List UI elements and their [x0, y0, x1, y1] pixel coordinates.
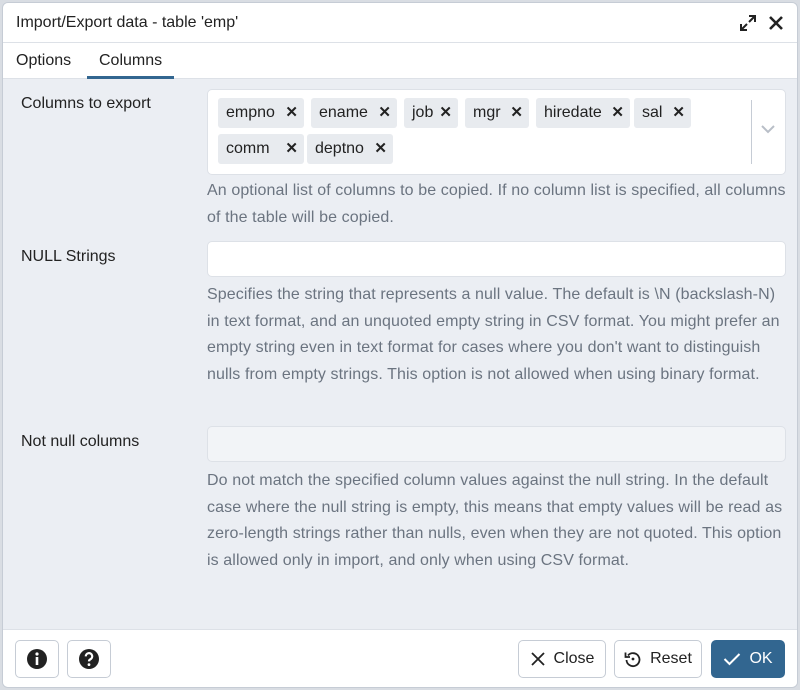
question-icon: [79, 649, 99, 669]
tag-chip: deptno ✕: [307, 134, 393, 164]
x-icon[interactable]: ✕: [285, 98, 298, 128]
tag-label: mgr: [473, 104, 501, 121]
x-icon[interactable]: ✕: [374, 134, 387, 164]
undo-icon: [624, 652, 641, 668]
tag-chip: ename ✕: [311, 98, 397, 128]
divider: [751, 100, 752, 164]
columns-multiselect[interactable]: empno ✕ ename ✕ job ✕ mgr ✕ hiredate ✕ sal ✕ c…: [207, 89, 786, 175]
tag-chip: empno ✕: [218, 98, 304, 128]
null-strings-input[interactable]: [207, 241, 786, 277]
x-icon[interactable]: ✕: [611, 98, 624, 128]
close-icon[interactable]: [767, 14, 785, 32]
tag-label: job: [412, 104, 434, 121]
reset-button-label: Reset: [650, 650, 692, 667]
close-icon: [530, 652, 545, 666]
tab-bar: Options Columns: [3, 43, 797, 79]
x-icon[interactable]: ✕: [285, 134, 298, 164]
tag-chip: hiredate ✕: [536, 98, 630, 128]
tag-chip: mgr ✕: [465, 98, 529, 128]
close-button-label: Close: [553, 650, 595, 667]
tab-columns[interactable]: Columns: [87, 43, 175, 79]
columns-to-export-help: An optional list of columns to be copied…: [207, 182, 786, 226]
close-button[interactable]: Close: [518, 640, 606, 678]
ok-button[interactable]: OK: [711, 640, 785, 678]
tag-label: sal: [642, 104, 663, 121]
dialog-footer: Close Reset OK: [3, 629, 797, 687]
null-strings-label: NULL Strings: [21, 248, 116, 265]
tag-chip: comm ✕: [218, 134, 304, 164]
reset-button[interactable]: Reset: [614, 640, 702, 678]
info-button[interactable]: [15, 640, 59, 678]
null-strings-help: Specifies the string that represents a n…: [207, 286, 780, 383]
ok-button-label: OK: [749, 650, 773, 667]
x-icon[interactable]: ✕: [510, 98, 523, 128]
x-icon[interactable]: ✕: [672, 98, 685, 128]
info-icon: [27, 649, 47, 669]
not-null-columns-help: Do not match the specified column values…: [207, 472, 783, 569]
not-null-columns-label: Not null columns: [21, 433, 140, 450]
columns-to-export-label: Columns to export: [21, 95, 151, 112]
tag-label: ename: [319, 104, 368, 121]
tag-chip: sal ✕: [634, 98, 691, 128]
dialog-titlebar: Import/Export data - table 'emp': [3, 3, 797, 43]
tab-options[interactable]: Options: [4, 43, 83, 79]
tag-label: deptno: [315, 140, 364, 157]
help-button[interactable]: [67, 640, 111, 678]
tag-chip: job ✕: [404, 98, 458, 128]
chevron-down-icon[interactable]: [761, 124, 775, 134]
check-icon: [724, 653, 741, 666]
tag-label: hiredate: [544, 104, 602, 121]
tag-label: comm: [226, 140, 270, 157]
tag-label: empno: [226, 104, 275, 121]
not-null-columns-input: [207, 426, 786, 462]
import-export-dialog: Import/Export data - table 'emp' Options…: [2, 2, 798, 688]
dialog-title: Import/Export data - table 'emp': [16, 14, 239, 31]
x-icon[interactable]: ✕: [439, 98, 452, 128]
x-icon[interactable]: ✕: [378, 98, 391, 128]
expand-icon[interactable]: [739, 14, 757, 32]
